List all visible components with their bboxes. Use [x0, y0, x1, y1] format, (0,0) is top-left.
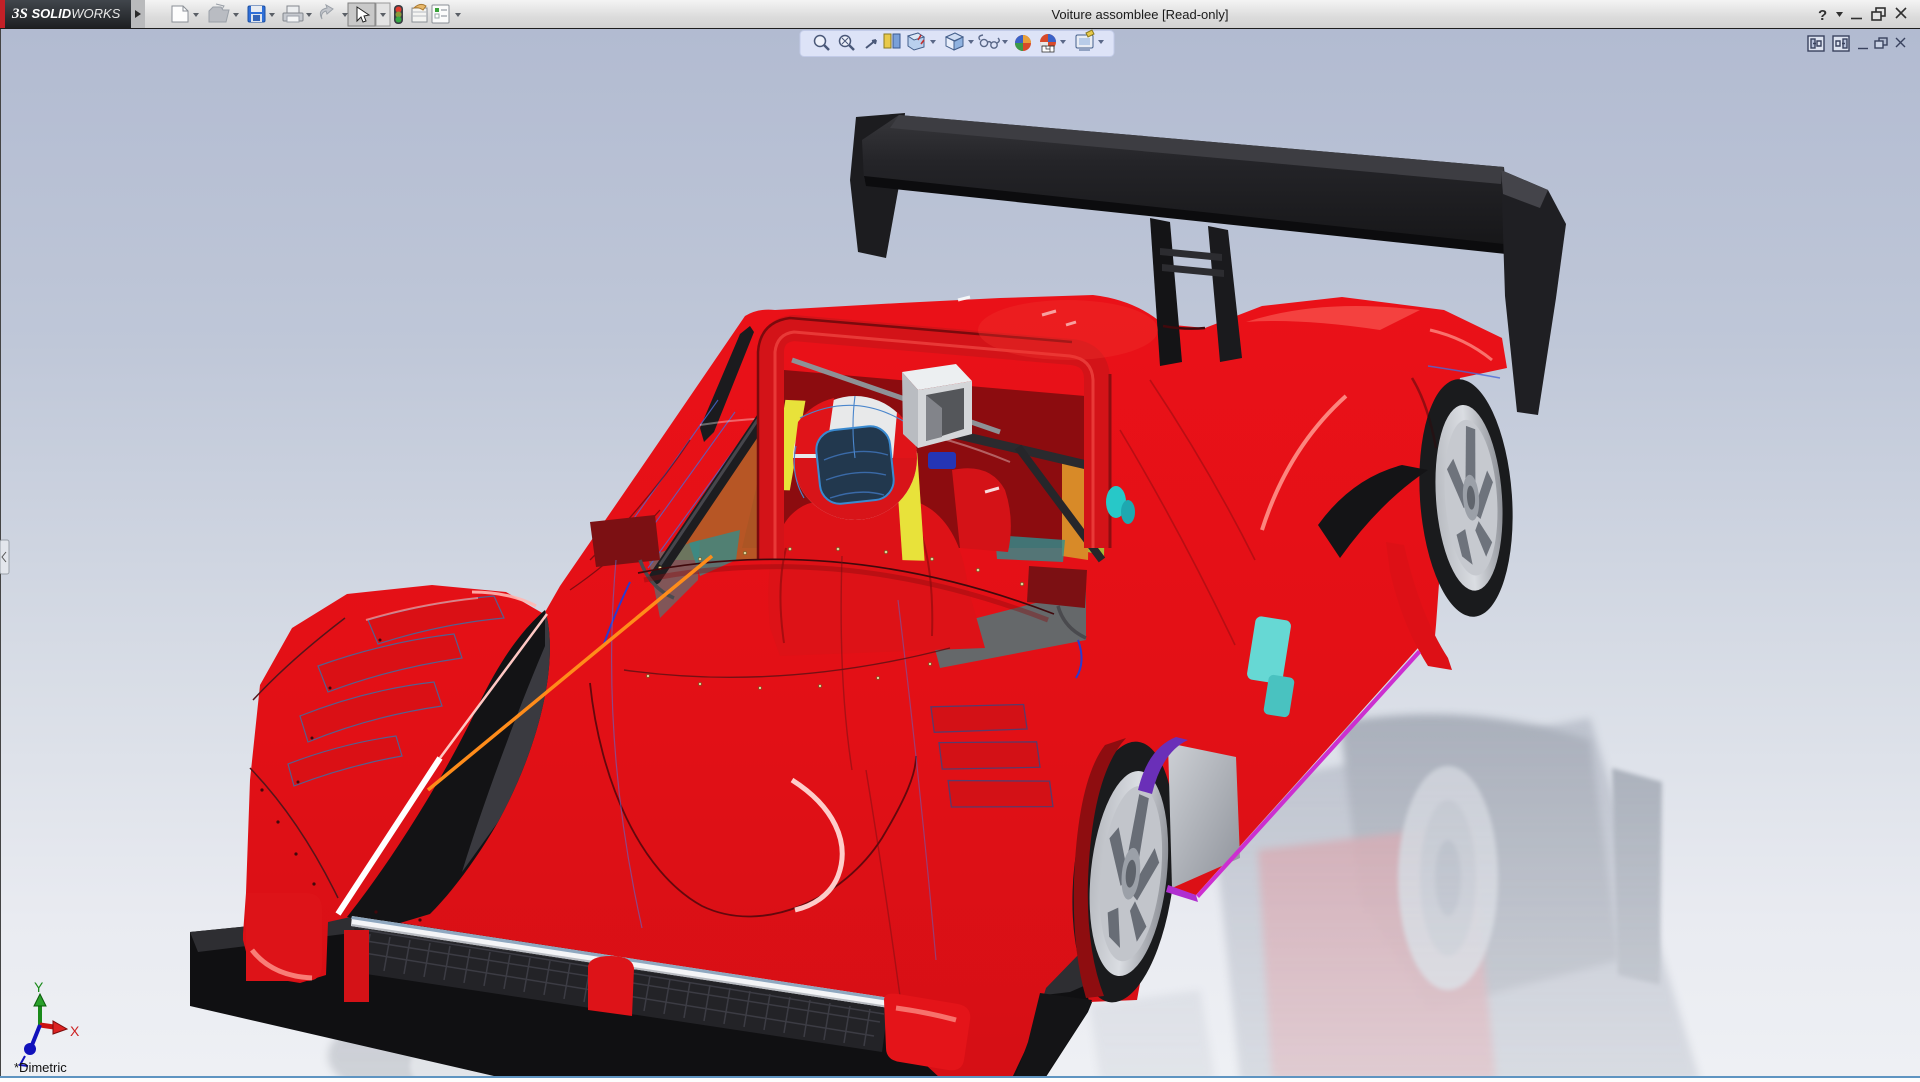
svg-text:Y: Y [34, 979, 44, 995]
svg-text:?: ? [1818, 7, 1827, 24]
svg-text:X: X [70, 1023, 80, 1039]
